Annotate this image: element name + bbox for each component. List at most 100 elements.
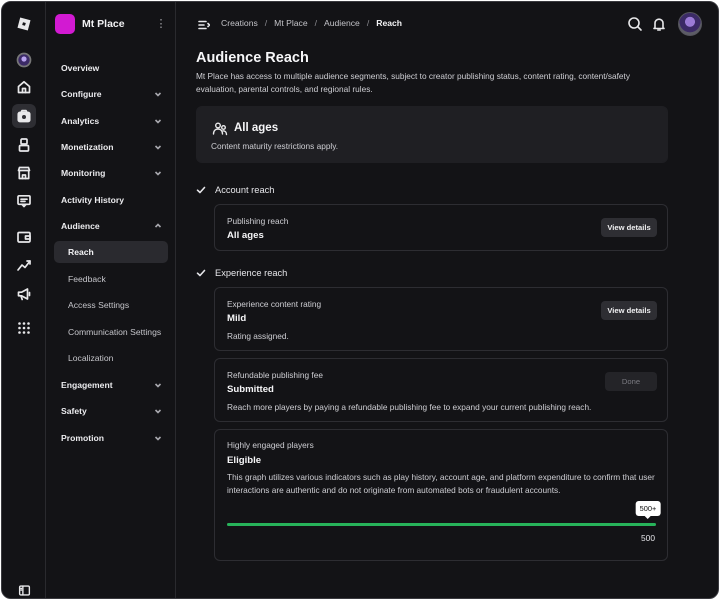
chevron-down-icon <box>154 169 162 177</box>
sidebar-item-safety[interactable]: Safety <box>54 400 168 422</box>
home-icon[interactable] <box>12 75 36 99</box>
sidebar-item-label: Localization <box>68 353 114 363</box>
breadcrumb: Creations / Mt Place / Audience / Reach <box>221 18 402 28</box>
breadcrumb-audience[interactable]: Audience <box>324 18 360 28</box>
sidebar-item-analytics[interactable]: Analytics <box>54 110 168 132</box>
chevron-up-icon <box>154 222 162 230</box>
chevron-down-icon <box>154 90 162 98</box>
avatar-creator-icon[interactable] <box>12 133 36 157</box>
sidebar-item-label: Communication Settings <box>68 327 162 337</box>
creations-icon[interactable] <box>12 104 36 128</box>
sidebar-item-label: Feedback <box>68 274 106 284</box>
analytics-icon[interactable] <box>12 253 36 277</box>
app-window: Mt Place ⋮ Overview Configure Analytics … <box>1 1 719 599</box>
sidebar-item-label: Monetization <box>61 142 114 152</box>
more-apps-icon[interactable] <box>12 316 36 340</box>
page-title: Audience Reach <box>196 50 309 66</box>
publishing-reach-label: Publishing reach <box>227 216 289 226</box>
collapse-panel-icon[interactable] <box>12 583 36 597</box>
sidebar-item-label: Configure <box>61 89 102 99</box>
engaged-players-value: Eligible <box>227 455 262 466</box>
sidebar-item-label: Audience <box>61 221 100 231</box>
view-details-button[interactable]: View details <box>601 218 657 237</box>
search-icon[interactable] <box>627 16 643 32</box>
sidebar-item-label: Promotion <box>61 433 104 443</box>
breadcrumb-separator: / <box>314 18 317 28</box>
sidebar-item-promotion[interactable]: Promotion <box>54 427 168 449</box>
sidebar-item-label: Access Settings <box>68 300 130 310</box>
sidebar-item-feedback[interactable]: Feedback <box>54 268 168 290</box>
checkmark-icon <box>196 268 206 278</box>
engaged-players-note: This graph utilizes various indicators s… <box>227 472 655 495</box>
content-rating-value: Mild <box>227 313 247 324</box>
breadcrumb-separator: / <box>366 18 370 28</box>
sidebar-item-access-settings[interactable]: Access Settings <box>54 294 168 316</box>
content-rating-card: Experience content rating Mild Rating as… <box>214 287 668 351</box>
all-ages-title: All ages <box>234 122 279 134</box>
marketplace-icon[interactable] <box>12 161 36 185</box>
engaged-players-label: Highly engaged players <box>227 440 314 450</box>
roblox-logo-icon[interactable] <box>12 12 36 36</box>
experience-header[interactable]: Mt Place ⋮ <box>55 13 167 35</box>
publishing-reach-card: Publishing reach All ages View details <box>214 204 668 251</box>
engaged-players-tooltip: 500+ <box>635 501 661 519</box>
publishing-fee-value: Submitted <box>227 384 274 395</box>
messages-icon[interactable] <box>12 189 36 213</box>
sidebar-item-label: Overview <box>61 63 100 73</box>
wallet-icon[interactable] <box>12 225 36 249</box>
sidebar-item-label: Engagement <box>61 380 113 390</box>
sidebar-item-monetization[interactable]: Monetization <box>54 136 168 158</box>
publishing-reach-value: All ages <box>227 230 264 241</box>
experience-sidebar: Mt Place ⋮ Overview Configure Analytics … <box>46 2 176 598</box>
engaged-players-progress-track <box>227 523 656 526</box>
engaged-players-card: Highly engaged players Eligible This gra… <box>214 429 668 561</box>
view-details-button[interactable]: View details <box>601 301 657 320</box>
sidebar-item-label: Activity History <box>61 195 125 205</box>
experience-name: Mt Place <box>82 18 125 30</box>
checkmark-icon <box>196 185 206 195</box>
top-bar: Creations / Mt Place / Audience / Reach <box>176 2 718 46</box>
sidebar-item-label: Safety <box>61 406 87 416</box>
ads-megaphone-icon[interactable] <box>12 282 36 306</box>
account-reach-heading: Account reach <box>196 183 274 197</box>
content-rating-note: Rating assigned. <box>227 331 289 341</box>
notifications-bell-icon[interactable] <box>651 16 667 32</box>
sidebar-item-reach[interactable]: Reach <box>54 241 168 263</box>
page-description: Mt Place has access to multiple audience… <box>196 71 630 94</box>
content-rating-label: Experience content rating <box>227 299 322 309</box>
profile-avatar-icon[interactable] <box>12 48 36 72</box>
user-avatar[interactable] <box>678 12 702 36</box>
sidebar-item-localization[interactable]: Localization <box>54 347 168 369</box>
sidebar-item-label: Analytics <box>61 116 100 126</box>
sidebar-item-engagement[interactable]: Engagement <box>54 374 168 396</box>
sidebar-item-label: Reach <box>68 247 94 257</box>
publishing-fee-label: Refundable publishing fee <box>227 370 323 380</box>
breadcrumb-separator: / <box>264 18 268 28</box>
chevron-down-icon <box>154 381 162 389</box>
section-title: Account reach <box>215 185 275 195</box>
sidebar-item-communication-settings[interactable]: Communication Settings <box>54 321 168 343</box>
all-ages-subtitle: Content maturity restrictions apply. <box>211 141 339 151</box>
engaged-players-max-label: 500 <box>641 533 655 543</box>
chevron-down-icon <box>154 407 162 415</box>
breadcrumb-current: Reach <box>376 18 403 28</box>
audience-people-icon <box>212 121 228 137</box>
chevron-down-icon <box>154 117 162 125</box>
sidebar-item-monitoring[interactable]: Monitoring <box>54 162 168 184</box>
done-button[interactable]: Done <box>605 372 657 391</box>
chevron-down-icon <box>154 434 162 442</box>
sidebar-item-activity-history[interactable]: Activity History <box>54 189 168 211</box>
icon-rail <box>2 2 46 598</box>
sidebar-item-configure[interactable]: Configure <box>54 83 168 105</box>
more-options-icon[interactable]: ⋮ <box>155 19 167 30</box>
publishing-fee-card: Refundable publishing fee Submitted Reac… <box>214 358 668 422</box>
breadcrumb-experience[interactable]: Mt Place <box>274 18 307 28</box>
experience-reach-heading: Experience reach <box>196 266 287 280</box>
sidebar-item-overview[interactable]: Overview <box>54 57 168 79</box>
section-title: Experience reach <box>215 268 288 278</box>
publishing-fee-note: Reach more players by paying a refundabl… <box>227 402 592 412</box>
experience-thumbnail <box>55 14 75 34</box>
menu-toggle-icon[interactable] <box>198 18 211 30</box>
sidebar-item-audience[interactable]: Audience <box>54 215 168 237</box>
breadcrumb-creations[interactable]: Creations <box>221 18 258 28</box>
